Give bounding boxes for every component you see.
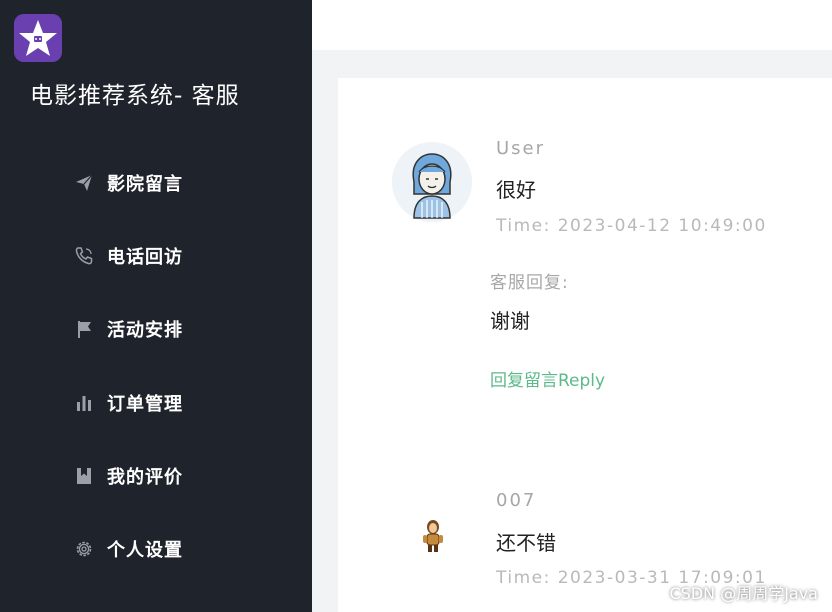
reply-message-link[interactable]: 回复留言Reply (490, 366, 605, 391)
app-logo-icon[interactable] (14, 14, 62, 62)
sidebar-item-label: 影院留言 (107, 174, 183, 195)
phone-icon (72, 244, 96, 268)
message-text: 还不错 (496, 531, 556, 555)
bookmark-icon (72, 464, 96, 488)
top-bar (312, 0, 832, 50)
sidebar-item-label: 电话回访 (107, 247, 183, 268)
paper-plane-icon (72, 171, 96, 195)
sidebar-item-label: 我的评价 (107, 467, 183, 488)
reply-label: 客服回复: (490, 273, 569, 293)
sidebar: 电影推荐系统- 客服 影院留言 电话回访 活动安排 订单管理 我的评价 个人设置 (0, 0, 312, 612)
sidebar-item-phone-followup[interactable]: 电话回访 (72, 240, 272, 272)
flag-icon (72, 317, 96, 341)
message-username: 007 (496, 490, 537, 511)
app-title: 电影推荐系统- 客服 (30, 83, 240, 109)
watermark: CSDN @周周学Java (669, 584, 818, 603)
message-time: Time: 2023-04-12 10:49:00 (496, 216, 767, 236)
sidebar-item-label: 活动安排 (107, 320, 183, 341)
sidebar-item-activities[interactable]: 活动安排 (72, 313, 272, 345)
sidebar-item-my-reviews[interactable]: 我的评价 (72, 460, 272, 492)
user-avatar (392, 142, 472, 222)
message-username: User (496, 138, 546, 159)
sidebar-item-personal-settings[interactable]: 个人设置 (72, 533, 272, 565)
user-avatar (418, 518, 448, 554)
sidebar-item-label: 订单管理 (107, 394, 183, 415)
bar-chart-icon (72, 391, 96, 415)
sidebar-item-label: 个人设置 (107, 540, 183, 561)
sidebar-item-cinema-messages[interactable]: 影院留言 (72, 167, 272, 199)
reply-text: 谢谢 (490, 309, 530, 333)
message-text: 很好 (496, 178, 536, 202)
gear-icon (72, 537, 96, 561)
sidebar-item-orders[interactable]: 订单管理 (72, 387, 272, 419)
